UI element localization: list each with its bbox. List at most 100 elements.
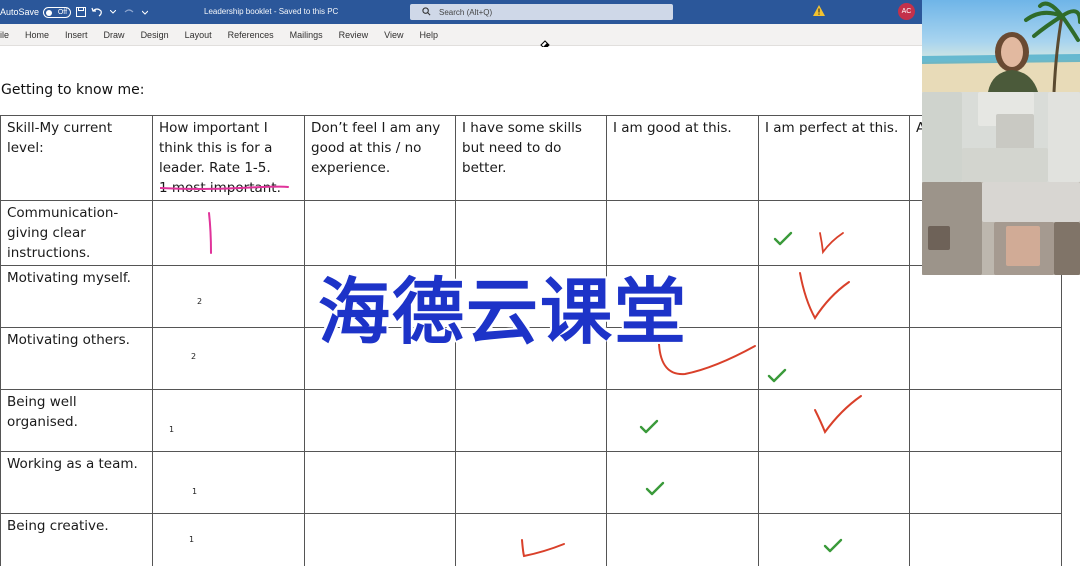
table-cell[interactable] (455, 265, 607, 328)
skill-label: Being well organised. (7, 394, 78, 430)
skill-cell[interactable]: Being well organised. (0, 389, 153, 452)
table-row: Motivating others. 2 (0, 327, 1062, 390)
red-check-annotation (658, 343, 756, 376)
table-cell[interactable] (606, 513, 759, 566)
tab-file[interactable]: ile (0, 30, 17, 40)
tab-insert[interactable]: Insert (57, 30, 96, 40)
table-cell[interactable] (304, 265, 456, 328)
warning-icon[interactable] (813, 5, 825, 18)
skill-label: Being creative. (7, 518, 109, 534)
table-cell[interactable] (304, 513, 456, 566)
table-cell[interactable] (304, 200, 456, 266)
table-cell[interactable] (304, 327, 456, 390)
header-cell: Don’t feel I am any good at this / no ex… (304, 115, 456, 201)
document-page[interactable]: Getting to know me: Skill-My current lev… (0, 47, 1080, 566)
table-cell[interactable] (758, 265, 910, 328)
green-check-icon (823, 538, 843, 553)
beach-background-image (922, 1, 1080, 92)
header-skill: Skill-My current level: (7, 120, 113, 156)
skill-cell[interactable]: Communication- giving clear instructions… (0, 200, 153, 266)
table-cell[interactable] (909, 389, 1062, 452)
skill-label: Communication- giving clear instructions… (7, 205, 119, 261)
tab-view[interactable]: View (376, 30, 411, 40)
table-cell[interactable] (606, 389, 759, 452)
participant-video-tile[interactable] (922, 182, 1080, 275)
search-box[interactable]: Search (Alt+Q) (410, 4, 673, 20)
skill-cell[interactable]: Motivating myself. (0, 265, 153, 328)
participant-video-tile[interactable] (922, 92, 1080, 182)
header-good: I am good at this. (613, 120, 732, 136)
tab-design[interactable]: Design (133, 30, 177, 40)
header-cell: I have some skills but need to do better… (455, 115, 607, 201)
header-cell: I am perfect at this. (758, 115, 910, 201)
table-cell[interactable] (758, 451, 910, 514)
rating-value: 1 (169, 425, 175, 434)
table-cell[interactable] (758, 200, 910, 266)
tab-mailings[interactable]: Mailings (282, 30, 331, 40)
red-check-annotation (814, 395, 862, 435)
table-cell[interactable] (455, 327, 607, 390)
table-cell[interactable] (909, 513, 1062, 566)
table-cell[interactable] (758, 513, 910, 566)
table-cell[interactable] (909, 451, 1062, 514)
green-check-icon (645, 481, 665, 496)
skill-cell[interactable]: Working as a team. (0, 451, 153, 514)
save-icon[interactable] (75, 6, 87, 18)
tab-draw[interactable]: Draw (96, 30, 133, 40)
red-check-annotation (819, 232, 844, 255)
autosave-toggle[interactable]: Off (43, 6, 72, 18)
skill-label: Motivating others. (7, 332, 130, 348)
table-cell[interactable] (304, 451, 456, 514)
rating-cell[interactable]: 2 (152, 265, 305, 328)
table-cell[interactable] (455, 389, 607, 452)
pink-rating-one-mark (208, 212, 212, 254)
table-cell[interactable] (758, 389, 910, 452)
rating-cell[interactable]: 1 (152, 200, 305, 266)
header-perfect: I am perfect at this. (765, 120, 899, 136)
table-row: Being well organised. 1 (0, 389, 1062, 452)
tab-home[interactable]: Home (17, 30, 57, 40)
app-window: AutoSave Off Leadership booklet - Saved … (0, 0, 1080, 566)
green-check-icon (639, 419, 659, 434)
undo-icon[interactable] (91, 6, 103, 18)
table-cell[interactable] (909, 327, 1062, 390)
tab-review[interactable]: Review (331, 30, 377, 40)
search-placeholder: Search (Alt+Q) (439, 7, 493, 17)
user-avatar[interactable]: AC (898, 3, 915, 20)
header-cell: I am good at this. (606, 115, 759, 201)
document-title[interactable]: Leadership booklet - Saved to this PC (204, 0, 338, 24)
participant-video-tile[interactable] (922, 0, 1080, 92)
rating-cell[interactable]: 1 (152, 513, 305, 566)
undo-dropdown-icon[interactable] (107, 6, 119, 18)
redo-icon[interactable] (123, 6, 135, 18)
table-cell[interactable] (606, 451, 759, 514)
autosave-state: Off (57, 8, 68, 16)
table-cell[interactable] (606, 265, 759, 328)
skill-cell[interactable]: Being creative. (0, 513, 153, 566)
skills-table: Skill-My current level: How important I … (0, 115, 1062, 566)
document-heading: Getting to know me: (1, 82, 145, 98)
skill-label: Motivating myself. (7, 270, 131, 286)
table-cell[interactable] (455, 513, 607, 566)
skill-cell[interactable]: Motivating others. (0, 327, 153, 390)
customize-toolbar-icon[interactable] (139, 6, 151, 18)
rating-value: 1 (189, 535, 195, 544)
table-cell[interactable] (455, 200, 607, 266)
tab-layout[interactable]: Layout (177, 30, 220, 40)
table-cell[interactable] (606, 327, 759, 390)
rating-cell[interactable]: 1 (152, 389, 305, 452)
header-cell: How important I think this is for a lead… (152, 115, 305, 201)
table-cell[interactable] (455, 451, 607, 514)
rating-cell[interactable]: 1 (152, 451, 305, 514)
table-cell[interactable] (758, 327, 910, 390)
autosave-label: AutoSave (0, 7, 40, 17)
rating-value: 1 (192, 487, 198, 496)
tab-references[interactable]: References (220, 30, 282, 40)
table-cell[interactable] (304, 389, 456, 452)
table-header-row: Skill-My current level: How important I … (0, 115, 1062, 201)
tab-help[interactable]: Help (412, 30, 447, 40)
table-cell[interactable] (606, 200, 759, 266)
red-check-annotation (521, 539, 565, 558)
title-bar: AutoSave Off Leadership booklet - Saved … (0, 0, 922, 24)
rating-cell[interactable]: 2 (152, 327, 305, 390)
